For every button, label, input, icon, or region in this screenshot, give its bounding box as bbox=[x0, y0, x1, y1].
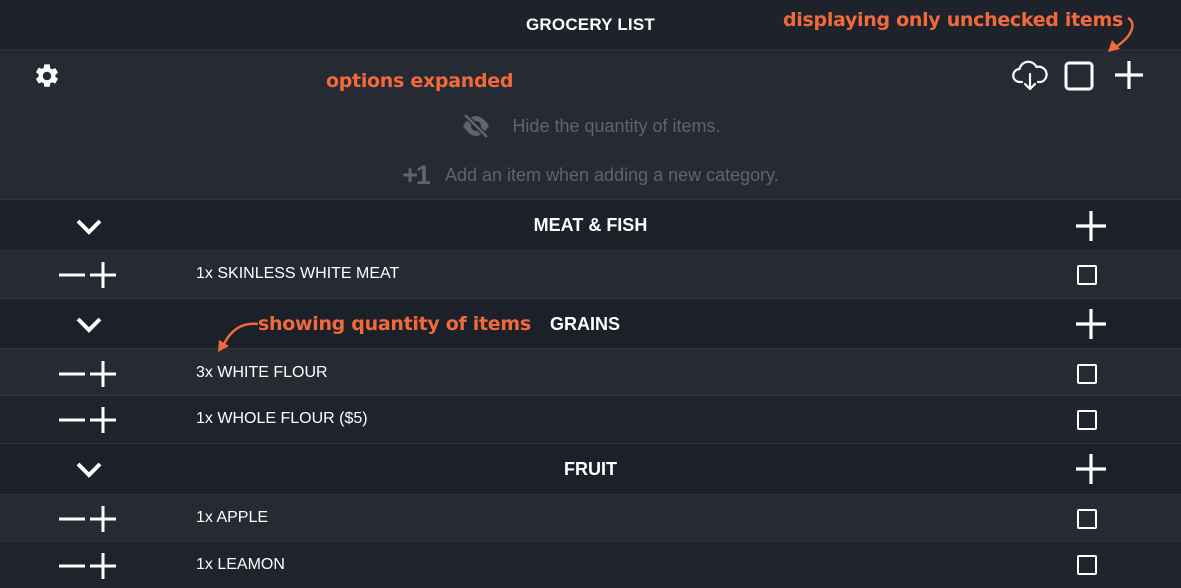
list-item: 1x SKINLESS WHITE MEAT bbox=[0, 250, 1181, 298]
option-add-item-label: Add an item when adding a new category. bbox=[444, 164, 779, 185]
annotation-arrow-icon bbox=[218, 322, 259, 352]
gear-icon[interactable] bbox=[33, 62, 61, 90]
plus-icon[interactable] bbox=[89, 552, 117, 580]
cloud-download-icon[interactable] bbox=[1012, 60, 1048, 92]
category-title: FRUIT bbox=[564, 459, 617, 479]
item-label: 3x WHITE FLOUR bbox=[196, 364, 328, 381]
minus-icon[interactable] bbox=[59, 272, 85, 278]
item-label: 1x APPLE bbox=[196, 509, 269, 526]
add-item-icon[interactable] bbox=[1074, 209, 1108, 243]
item-checkbox[interactable] bbox=[1077, 555, 1097, 575]
plus-icon[interactable] bbox=[89, 261, 117, 289]
item-checkbox[interactable] bbox=[1077, 509, 1097, 529]
plus-icon[interactable] bbox=[89, 505, 117, 533]
list-item: 1x WHOLE FLOUR ($5) bbox=[0, 395, 1181, 443]
item-checkbox[interactable] bbox=[1077, 265, 1097, 285]
option-add-item-on-category[interactable]: +1 Add an item when adding a new categor… bbox=[0, 160, 1181, 190]
minus-icon[interactable] bbox=[59, 516, 85, 522]
list-item: 3x WHITE FLOUR bbox=[0, 348, 1181, 395]
minus-icon[interactable] bbox=[59, 371, 85, 377]
plus-icon[interactable] bbox=[89, 406, 117, 434]
option-hide-quantity-label: Hide the quantity of items. bbox=[512, 115, 721, 136]
add-item-icon[interactable] bbox=[1074, 307, 1108, 341]
add-item-icon[interactable] bbox=[1074, 452, 1108, 486]
item-label: 1x LEAMON bbox=[196, 556, 285, 573]
item-label: 1x SKINLESS WHITE MEAT bbox=[196, 265, 400, 282]
category-title: GRAINS bbox=[550, 314, 621, 334]
item-label: 1x WHOLE FLOUR ($5) bbox=[196, 410, 368, 427]
annotation-arrow-icon bbox=[1108, 16, 1134, 52]
item-checkbox[interactable] bbox=[1077, 364, 1097, 384]
minus-icon[interactable] bbox=[59, 563, 85, 569]
plus-icon[interactable] bbox=[89, 360, 117, 388]
list-item: 1x APPLE bbox=[0, 494, 1181, 541]
eye-slash-icon bbox=[463, 113, 490, 139]
annotation-options: options expanded bbox=[326, 70, 514, 92]
category-title: MEAT & FISH bbox=[533, 215, 648, 235]
item-checkbox[interactable] bbox=[1077, 410, 1097, 430]
checkbox-icon[interactable] bbox=[1063, 60, 1095, 92]
chevron-down-icon[interactable] bbox=[74, 315, 104, 335]
category-header-grains: GRAINS bbox=[0, 298, 1181, 348]
list-item: 1x LEAMON bbox=[0, 541, 1181, 588]
category-header-meat-fish: MEAT & FISH bbox=[0, 199, 1181, 250]
annotation-unchecked: displaying only unchecked items bbox=[783, 9, 1124, 31]
category-header-fruit: FRUIT bbox=[0, 443, 1181, 494]
annotation-quantity: showing quantity of items bbox=[258, 313, 531, 335]
plus-icon[interactable] bbox=[1113, 58, 1145, 92]
plus-one-icon: +1 bbox=[402, 159, 431, 190]
option-hide-quantity[interactable]: Hide the quantity of items. bbox=[0, 111, 1181, 141]
minus-icon[interactable] bbox=[59, 417, 85, 423]
